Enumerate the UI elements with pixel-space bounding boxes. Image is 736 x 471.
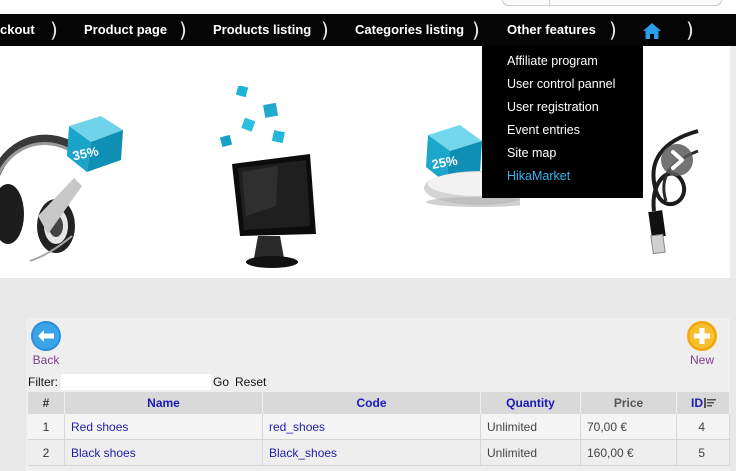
menu-item-hikamarket[interactable]: HikaMarket: [482, 165, 643, 188]
row-id: 5: [677, 440, 730, 465]
filter-label: Filter:: [28, 375, 58, 389]
nav-separator: ): [50, 18, 58, 42]
menu-item-user-registration[interactable]: User registration: [482, 96, 643, 119]
back-label: Back: [32, 353, 60, 367]
back-arrow-icon: [31, 321, 61, 351]
nav-separator: ): [179, 18, 187, 42]
menu-item-user-control-pannel[interactable]: User control pannel: [482, 73, 643, 96]
table-row: 1 Red shoes red_shoes Unlimited 70,00 € …: [28, 414, 730, 440]
main-nav: ckout ) Product page ) Products listing …: [0, 14, 736, 46]
row-num: 1: [28, 414, 65, 439]
product-name-link[interactable]: Black shoes: [71, 446, 136, 460]
table-row: 2 Black shoes Black_shoes Unlimited 160,…: [28, 440, 730, 466]
row-id: 4: [677, 414, 730, 439]
header-quantity[interactable]: Quantity: [481, 392, 581, 414]
top-strip: [0, 0, 736, 14]
menu-item-affiliate-program[interactable]: Affiliate program: [482, 50, 643, 73]
home-icon[interactable]: [642, 22, 662, 40]
header-name[interactable]: Name: [65, 392, 263, 414]
plus-icon: [687, 321, 717, 351]
nav-separator: ): [321, 18, 329, 42]
product-code-link[interactable]: red_shoes: [269, 420, 325, 434]
row-code-cell: Black_shoes: [263, 440, 481, 465]
nav-item-products-listing[interactable]: Products listing: [213, 14, 311, 46]
search-box[interactable]: [502, 0, 722, 7]
header-id[interactable]: ID: [677, 392, 730, 414]
reset-button[interactable]: Reset: [235, 375, 266, 389]
row-num: 2: [28, 440, 65, 465]
nav-item-categories-listing[interactable]: Categories listing: [355, 14, 464, 46]
header-price: Price: [581, 392, 677, 414]
nav-item-checkout[interactable]: ckout: [0, 14, 35, 46]
monitor-image: [219, 86, 316, 268]
headphones-image: [0, 134, 82, 262]
row-name-cell: Red shoes: [65, 414, 263, 439]
row-name-cell: Black shoes: [65, 440, 263, 465]
page-edge: [730, 46, 736, 278]
discount-cube-35: 35%: [67, 116, 123, 172]
table-header: # Name Code Quantity Price ID: [28, 392, 730, 414]
row-price: 70,00 €: [581, 414, 677, 439]
go-button[interactable]: Go: [213, 375, 229, 389]
other-features-dropdown: Affiliate program User control pannel Us…: [482, 46, 643, 198]
menu-item-site-map[interactable]: Site map: [482, 142, 643, 165]
header-num: #: [28, 392, 65, 414]
row-price: 160,00 €: [581, 440, 677, 465]
products-table: # Name Code Quantity Price ID 1 Red shoe…: [28, 392, 730, 466]
row-code-cell: red_shoes: [263, 414, 481, 439]
search-divider: [549, 0, 550, 7]
nav-separator: ): [609, 18, 617, 42]
nav-separator: ): [686, 18, 694, 42]
nav-item-product-page[interactable]: Product page: [84, 14, 167, 46]
filter-input[interactable]: [61, 374, 211, 390]
header-code[interactable]: Code: [263, 392, 481, 414]
nav-separator: ): [472, 18, 480, 42]
header-id-label: ID: [691, 396, 703, 410]
page: ckout ) Product page ) Products listing …: [0, 0, 736, 471]
product-name-link[interactable]: Red shoes: [71, 420, 128, 434]
row-quantity: Unlimited: [481, 440, 581, 465]
product-code-link[interactable]: Black_shoes: [269, 446, 337, 460]
row-quantity: Unlimited: [481, 414, 581, 439]
chevron-right-icon[interactable]: [660, 143, 694, 177]
sort-icon: [704, 398, 716, 408]
nav-item-other-features[interactable]: Other features: [507, 14, 596, 46]
new-button[interactable]: New: [682, 320, 722, 368]
back-button[interactable]: Back: [28, 320, 64, 368]
menu-item-event-entries[interactable]: Event entries: [482, 119, 643, 142]
new-label: New: [689, 353, 714, 367]
